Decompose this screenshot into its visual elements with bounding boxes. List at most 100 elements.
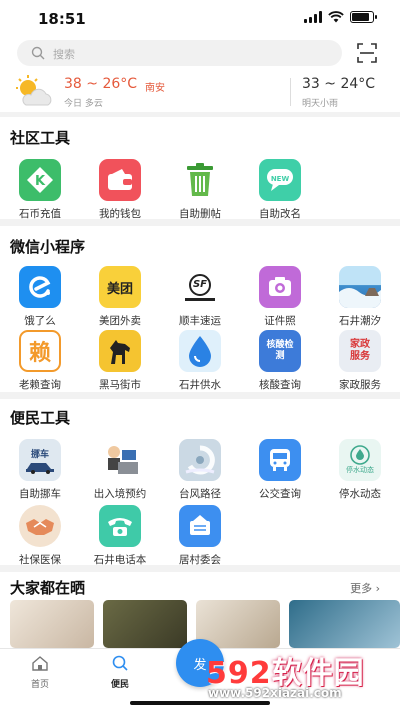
- tab-civic[interactable]: 便民: [90, 655, 150, 690]
- k-coin-icon: K: [19, 159, 61, 201]
- typhoon-icon: [179, 439, 221, 481]
- mini-label: 黑马街市: [99, 379, 141, 391]
- scan-icon[interactable]: [356, 42, 378, 64]
- immigration-icon: [99, 439, 141, 481]
- feed-photo[interactable]: [10, 600, 94, 648]
- water-outage-icon: 停水动态: [339, 439, 381, 481]
- mini-label: 饿了么: [24, 315, 56, 327]
- civic-move-car[interactable]: 挪车 自助挪车: [0, 439, 80, 501]
- phone-icon: [99, 505, 141, 547]
- mini-meituan[interactable]: 美团 美团外卖: [80, 266, 160, 328]
- status-time: 18:51: [38, 10, 86, 28]
- mini-label: 美团外卖: [99, 315, 141, 327]
- mini-id-photo[interactable]: 证件照: [240, 266, 320, 328]
- civic-label: 公交查询: [259, 488, 301, 500]
- section-title: 社区工具: [10, 129, 71, 147]
- tool-coin-recharge[interactable]: K 石币充值: [0, 159, 80, 221]
- civic-tools-section: 便民工具 挪车 自助挪车 出入境预约 台风路径 公交查询 停水动态 停水动态 社…: [0, 399, 400, 567]
- mini-housekeeping[interactable]: 家政服务 家政服务: [320, 330, 400, 392]
- mini-water-supply[interactable]: 石井供水: [160, 330, 240, 392]
- feed-section: 大家都在晒 更多 ›: [0, 572, 400, 600]
- meituan-icon: 美团: [99, 266, 141, 308]
- lai-mark: 赖: [28, 341, 51, 366]
- tool-label: 我的钱包: [99, 208, 141, 220]
- civic-label: 石井电话本: [93, 554, 147, 566]
- tool-delete-post[interactable]: 自助删帖: [160, 159, 240, 221]
- eleme-icon: [19, 266, 61, 308]
- mini-label: 老赖查询: [19, 379, 61, 391]
- civic-bus-query[interactable]: 公交查询: [240, 439, 320, 501]
- civic-immigration[interactable]: 出入境预约: [80, 439, 160, 501]
- tab-home[interactable]: 首页: [10, 655, 70, 690]
- weather-city: 南安: [145, 83, 165, 94]
- feed-photo[interactable]: [289, 600, 400, 648]
- lai-icon: 赖: [19, 330, 61, 372]
- handshake-icon: [19, 505, 61, 547]
- tomorrow-temperature: 33 ~ 24°C: [302, 76, 376, 92]
- housekeeping-icon: 家政服务: [339, 330, 381, 372]
- cellular-signal-icon: [304, 11, 322, 23]
- feed-more-link[interactable]: 更多 ›: [350, 580, 380, 596]
- feed-photo[interactable]: [103, 600, 187, 648]
- status-bar: 18:51: [0, 0, 400, 36]
- mini-label: 核酸查询: [259, 379, 301, 391]
- wifi-icon: [328, 11, 344, 23]
- today-temperature: 38 ~ 26°C: [64, 76, 138, 92]
- section-title: 微信小程序: [10, 238, 86, 256]
- civic-social-insurance[interactable]: 社保医保: [0, 505, 80, 567]
- nucleic-test-icon: 核酸检测: [259, 330, 301, 372]
- svg-text:NEW: NEW: [271, 175, 290, 183]
- tool-rename[interactable]: NEW 自助改名: [240, 159, 320, 221]
- mini-label: 顺丰速运: [179, 315, 221, 327]
- mini-nucleic-test[interactable]: 核酸检测 核酸查询: [240, 330, 320, 392]
- civic-label: 出入境预约: [93, 488, 147, 500]
- mini-label: 石井供水: [179, 379, 221, 391]
- meituan-mark: 美团: [106, 281, 133, 297]
- weather-bar[interactable]: 38 ~ 26°C 南安 今日 多云 33 ~ 24°C 明天小雨: [0, 72, 400, 112]
- weather-divider: [290, 78, 291, 106]
- tool-my-wallet[interactable]: 我的钱包: [80, 159, 160, 221]
- civic-phonebook[interactable]: 石井电话本: [80, 505, 160, 567]
- battery-icon: [350, 11, 377, 23]
- civic-label: 居村委会: [179, 554, 221, 566]
- bus-icon: [259, 439, 301, 481]
- search-circle-icon: [112, 655, 128, 671]
- water-drop-icon: [179, 330, 221, 372]
- mini-sf-express[interactable]: SF 顺丰速运: [160, 266, 240, 328]
- mini-tide[interactable]: 石井潮汐: [320, 266, 400, 328]
- civic-label: 台风路径: [179, 488, 221, 500]
- section-title: 便民工具: [10, 409, 71, 427]
- nucleic-mark: 核酸检测: [266, 340, 294, 361]
- sf-wordmark-bar: [185, 297, 215, 301]
- mini-label: 石井潮汐: [339, 315, 381, 327]
- water-outage-mark: 停水动态: [346, 466, 374, 474]
- tool-label: 自助改名: [259, 208, 301, 220]
- mini-label: 家政服务: [339, 379, 381, 391]
- search-placeholder: 搜索: [53, 48, 75, 61]
- partly-cloudy-icon: [16, 75, 52, 106]
- mini-black-horse-market[interactable]: 黑马街市: [80, 330, 160, 392]
- civic-water-outage[interactable]: 停水动态 停水动态: [320, 439, 400, 501]
- committee-icon: [179, 505, 221, 547]
- tool-label: 石币充值: [19, 208, 61, 220]
- mini-label: 证件照: [264, 315, 296, 327]
- move-car-icon: 挪车: [19, 439, 61, 481]
- civic-label: 停水动态: [339, 488, 381, 500]
- status-icons: [304, 11, 377, 23]
- tab-label: 便民: [110, 680, 129, 690]
- search-input[interactable]: 搜索: [17, 40, 342, 66]
- tab-label: 首页: [30, 680, 49, 690]
- civic-typhoon[interactable]: 台风路径: [160, 439, 240, 501]
- today-condition: 今日 多云: [64, 99, 103, 109]
- camera-icon: [259, 266, 301, 308]
- watermark-url: www.592xiazai.com: [208, 686, 342, 700]
- site-watermark: 592软件园 www.592xiazai.com: [196, 642, 400, 711]
- move-car-mark: 挪车: [30, 449, 49, 460]
- svg-text:K: K: [35, 174, 46, 189]
- mini-debtor-lookup[interactable]: 赖 老赖查询: [0, 330, 80, 392]
- civic-village-committee[interactable]: 居村委会: [160, 505, 240, 567]
- horse-icon: [99, 330, 141, 372]
- trash-icon: [179, 159, 221, 201]
- mini-eleme[interactable]: 饿了么: [0, 266, 80, 328]
- sf-express-icon: SF: [179, 266, 221, 308]
